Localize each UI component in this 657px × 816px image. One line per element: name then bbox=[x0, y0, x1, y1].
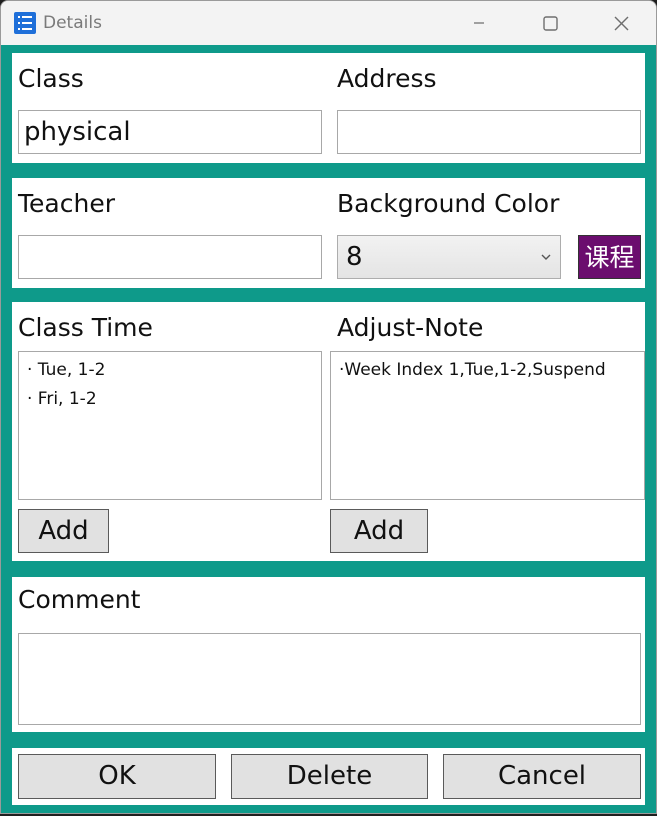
teacher-label: Teacher bbox=[18, 189, 115, 218]
class-input[interactable]: physical bbox=[18, 110, 322, 154]
time-note-panel: Class Time Adjust-Note · Tue, 1-2 · Fri,… bbox=[12, 302, 645, 561]
teacher-color-panel: Teacher Background Color 8 课程 bbox=[12, 178, 645, 288]
close-icon[interactable] bbox=[598, 1, 644, 45]
delete-button[interactable]: Delete bbox=[231, 754, 428, 799]
details-window: Details Class Address physical Teacher B… bbox=[0, 0, 657, 814]
details-content: Class Address physical Teacher Backgroun… bbox=[1, 45, 656, 813]
class-time-list[interactable]: · Tue, 1-2 · Fri, 1-2 bbox=[18, 351, 322, 500]
class-address-panel: Class Address physical bbox=[12, 53, 645, 163]
minimize-icon[interactable] bbox=[456, 1, 502, 45]
list-app-icon bbox=[14, 12, 36, 34]
list-item[interactable]: · Tue, 1-2 bbox=[27, 356, 313, 385]
maximize-icon[interactable] bbox=[527, 1, 573, 45]
background-color-select[interactable]: 8 bbox=[337, 235, 561, 279]
adjust-note-label: Adjust-Note bbox=[337, 313, 484, 342]
window-title: Details bbox=[43, 13, 102, 33]
address-label: Address bbox=[337, 64, 437, 93]
list-item[interactable]: ·Week Index 1,Tue,1-2,Suspend bbox=[339, 356, 636, 385]
teacher-input[interactable] bbox=[18, 235, 322, 279]
address-input[interactable] bbox=[337, 110, 641, 154]
chevron-down-icon bbox=[541, 254, 551, 260]
footer-panel: OK Delete Cancel bbox=[12, 748, 645, 805]
class-label: Class bbox=[18, 64, 84, 93]
color-swatch[interactable]: 课程 bbox=[578, 235, 641, 279]
comment-label: Comment bbox=[18, 585, 141, 614]
add-adjust-note-button[interactable]: Add bbox=[330, 509, 428, 553]
comment-panel: Comment bbox=[12, 577, 645, 732]
class-time-label: Class Time bbox=[18, 313, 153, 342]
adjust-note-list[interactable]: ·Week Index 1,Tue,1-2,Suspend bbox=[330, 351, 645, 500]
add-class-time-button[interactable]: Add bbox=[18, 509, 109, 553]
title-bar[interactable]: Details bbox=[1, 1, 656, 45]
background-color-label: Background Color bbox=[337, 189, 560, 218]
background-color-value: 8 bbox=[346, 242, 363, 272]
comment-input[interactable] bbox=[18, 633, 641, 725]
list-item[interactable]: · Fri, 1-2 bbox=[27, 385, 313, 414]
cancel-button[interactable]: Cancel bbox=[443, 754, 641, 799]
ok-button[interactable]: OK bbox=[18, 754, 216, 799]
